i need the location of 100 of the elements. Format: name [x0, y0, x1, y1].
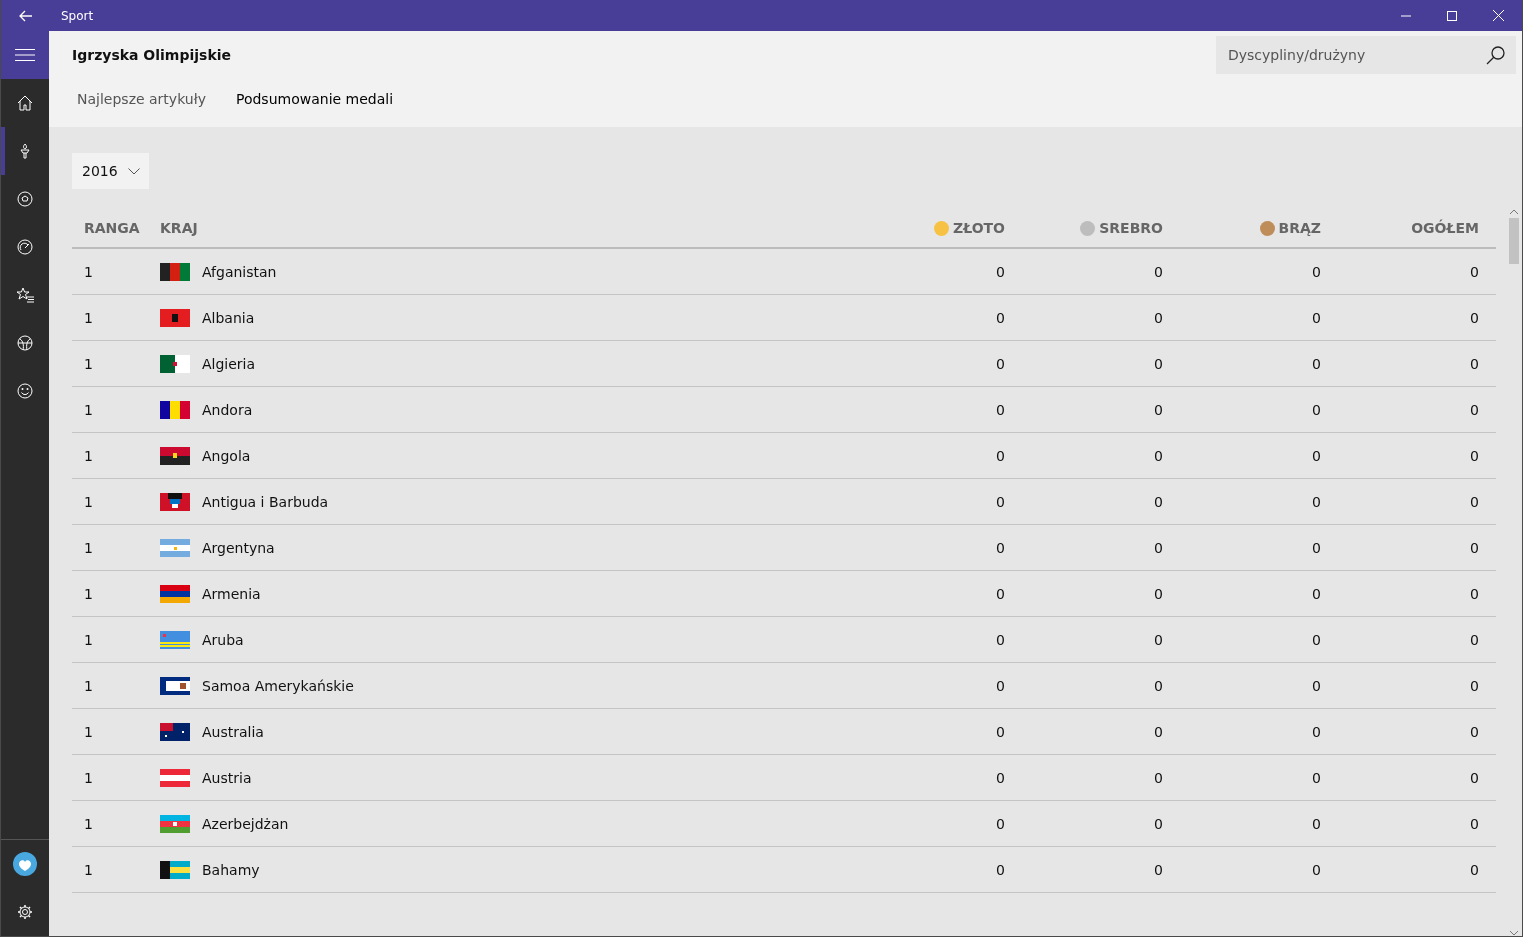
- flag-icon: [160, 492, 190, 511]
- column-header: OGÓŁEM: [1411, 220, 1479, 236]
- flag-icon: [160, 768, 190, 787]
- settings-icon[interactable]: [17, 904, 33, 920]
- medal-count: 0: [1154, 309, 1163, 326]
- medal-count: 0: [1312, 677, 1321, 694]
- medal-count: 0: [1312, 769, 1321, 786]
- medal-count: 0: [1470, 677, 1479, 694]
- scrollbar-thumb[interactable]: [1509, 218, 1519, 264]
- medal-count: 0: [1470, 447, 1479, 464]
- column-header: KRAJ: [160, 220, 198, 236]
- maximize-icon[interactable]: [1447, 10, 1457, 21]
- medal-count: 0: [1154, 539, 1163, 556]
- search-icon[interactable]: [1486, 45, 1506, 65]
- medal-count: 0: [1470, 861, 1479, 878]
- country-name: Andora: [202, 401, 253, 418]
- medal-count: 0: [996, 493, 1005, 510]
- tab[interactable]: Podsumowanie medali: [230, 87, 399, 111]
- medal-count: 0: [1312, 309, 1321, 326]
- medal-count: 0: [1470, 539, 1479, 556]
- medal-count: 0: [996, 263, 1005, 280]
- medal-count: 0: [1312, 723, 1321, 740]
- medal-count: 0: [1312, 815, 1321, 832]
- flag-icon: [160, 814, 190, 833]
- country-name: Armenia: [202, 585, 261, 602]
- medal-count: 0: [1154, 769, 1163, 786]
- medal-count: 0: [996, 723, 1005, 740]
- medal-count: 0: [1470, 355, 1479, 372]
- medal-count: 0: [1470, 493, 1479, 510]
- medal-count: 0: [1154, 493, 1163, 510]
- search-field[interactable]: Dyscypliny/drużyny: [1216, 36, 1516, 74]
- column-header: BRĄZ: [1278, 220, 1321, 236]
- medal-count: 0: [996, 539, 1005, 556]
- country-name: Aruba: [202, 631, 244, 648]
- scroll-up-icon[interactable]: [1510, 209, 1518, 214]
- tab[interactable]: Najlepsze artykuły: [72, 87, 211, 111]
- flag-icon: [160, 308, 190, 327]
- medal-count: 0: [1312, 263, 1321, 280]
- country-name: Albania: [202, 309, 255, 326]
- flag-icon: [160, 354, 190, 373]
- rank-cell: 1: [84, 447, 93, 464]
- flag-icon: [160, 400, 190, 419]
- medal-count: 0: [1312, 585, 1321, 602]
- medal-count: 0: [996, 677, 1005, 694]
- flag-icon: [160, 446, 190, 465]
- rank-cell: 1: [84, 309, 93, 326]
- country-name: Afganistan: [202, 263, 277, 280]
- close-icon[interactable]: [1493, 10, 1504, 21]
- country-name: Azerbejdżan: [202, 815, 289, 832]
- medal-count: 0: [1154, 723, 1163, 740]
- medal-count: 0: [1470, 309, 1479, 326]
- rank-cell: 1: [84, 769, 93, 786]
- country-name: Austria: [202, 769, 252, 786]
- flag-icon: [160, 860, 190, 879]
- rank-cell: 1: [84, 723, 93, 740]
- smiley-icon: [17, 383, 33, 399]
- medal-count: 0: [1312, 539, 1321, 556]
- medal-count: 0: [1154, 815, 1163, 832]
- back-arrow-icon[interactable]: [19, 9, 33, 22]
- medal-count: 0: [996, 355, 1005, 372]
- rank-cell: 1: [84, 815, 93, 832]
- rank-cell: 1: [84, 401, 93, 418]
- medal-count: 0: [1470, 401, 1479, 418]
- rank-cell: 1: [84, 355, 93, 372]
- rank-cell: 1: [84, 539, 93, 556]
- country-name: Angola: [202, 447, 251, 464]
- flag-icon: [160, 630, 190, 649]
- rank-cell: 1: [84, 861, 93, 878]
- country-name: Samoa Amerykańskie: [202, 677, 354, 694]
- scroll-down-icon[interactable]: [1510, 931, 1518, 936]
- medal-count: 0: [1470, 723, 1479, 740]
- country-name: Australia: [202, 723, 264, 740]
- rank-cell: 1: [84, 631, 93, 648]
- medal-count: 0: [996, 631, 1005, 648]
- rank-cell: 1: [84, 585, 93, 602]
- medal-count: 0: [1312, 493, 1321, 510]
- medal-count: 0: [1312, 447, 1321, 464]
- country-name: Antigua i Barbuda: [202, 493, 329, 510]
- menu-button[interactable]: [1, 31, 49, 79]
- medal-count: 0: [1470, 631, 1479, 648]
- medal-count: 0: [996, 401, 1005, 418]
- column-header: ZŁOTO: [953, 220, 1005, 236]
- rank-cell: 1: [84, 263, 93, 280]
- medal-count: 0: [1470, 263, 1479, 280]
- medal-count: 0: [996, 861, 1005, 878]
- flag-icon: [160, 722, 190, 741]
- country-name: Algieria: [202, 355, 256, 372]
- medal-count: 0: [1154, 401, 1163, 418]
- medal-count: 0: [1312, 401, 1321, 418]
- avatar-icon[interactable]: [13, 852, 37, 876]
- medal-count: 0: [1154, 447, 1163, 464]
- medal-count: 0: [1312, 631, 1321, 648]
- year-dropdown[interactable]: 2016: [72, 153, 149, 189]
- medal-count: 0: [996, 447, 1005, 464]
- medal-count: 0: [996, 815, 1005, 832]
- rank-cell: 1: [84, 493, 93, 510]
- flag-icon: [160, 676, 190, 695]
- medal-count: 0: [1470, 769, 1479, 786]
- country-name: Bahamy: [202, 861, 260, 878]
- flag-icon: [160, 262, 190, 281]
